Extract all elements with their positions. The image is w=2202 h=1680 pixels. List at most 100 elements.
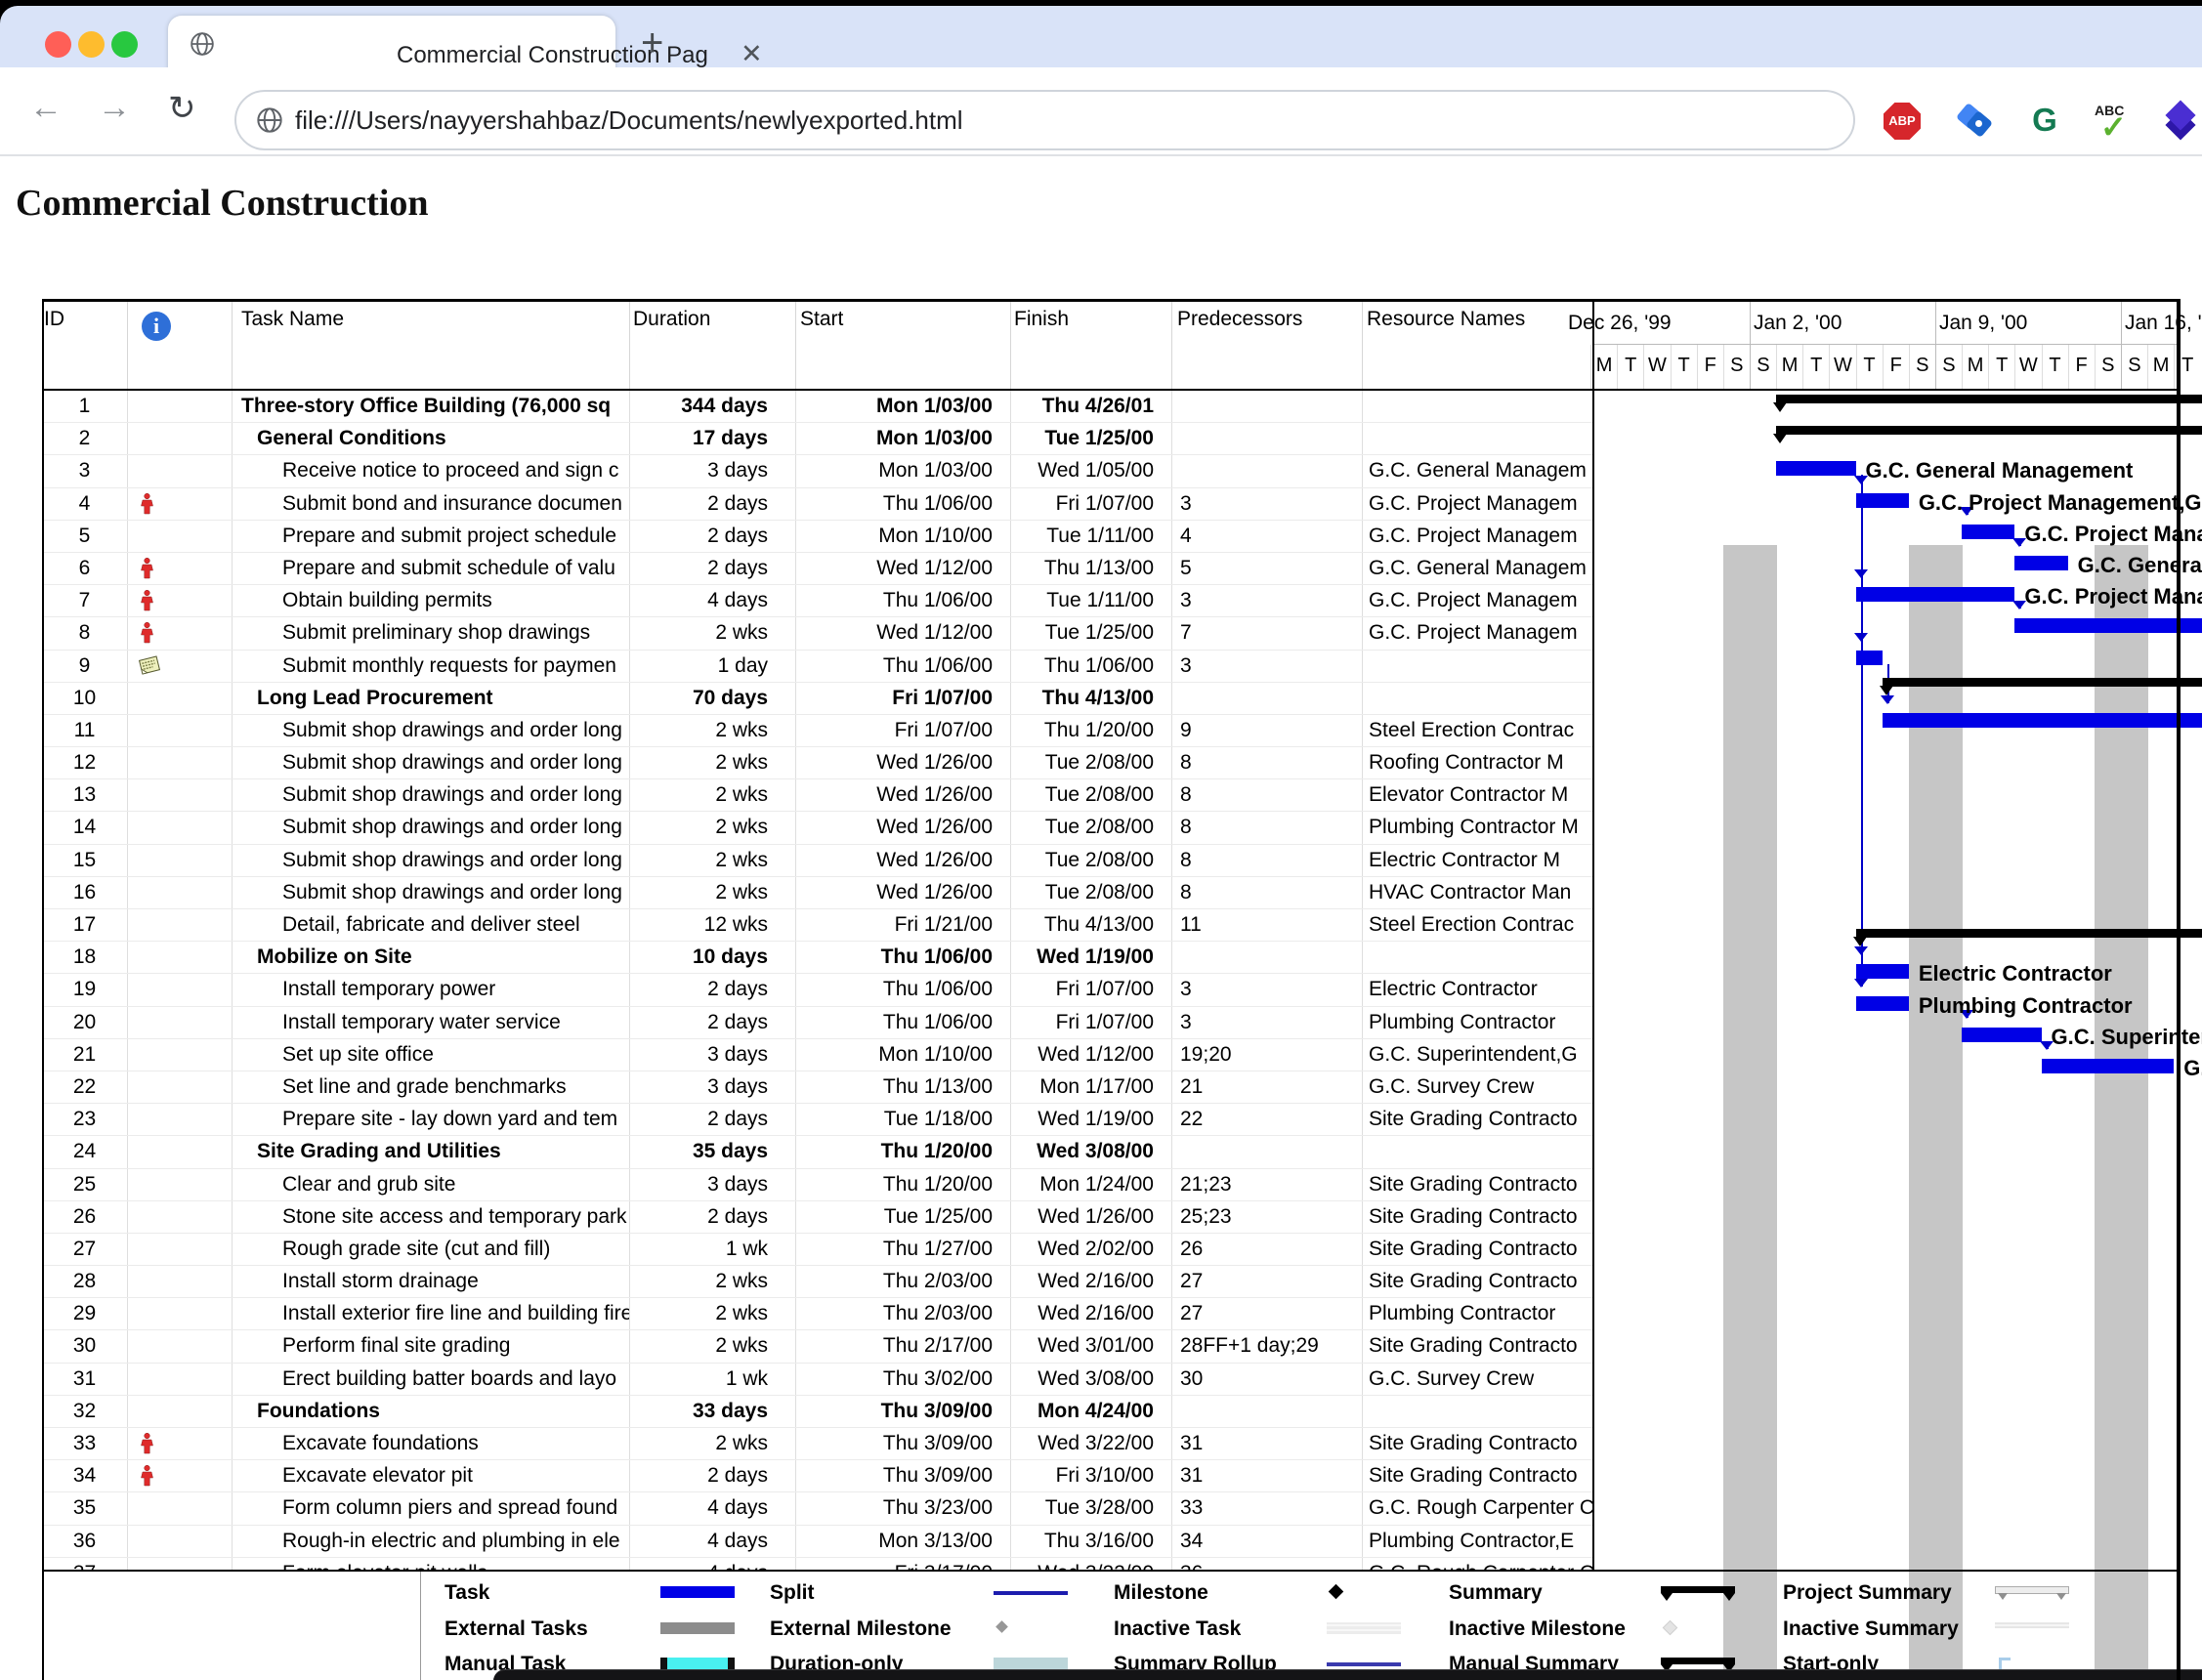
cell-predecessors: 36 bbox=[1172, 1558, 1363, 1570]
legend-swatch-project-summary bbox=[1995, 1586, 2069, 1594]
cell-duration: 2 wks bbox=[630, 877, 796, 908]
cell-indicator bbox=[128, 585, 233, 616]
forward-button[interactable]: → bbox=[98, 89, 131, 127]
cell-predecessors bbox=[1172, 1396, 1363, 1427]
cell-resources: G.C. General Managem bbox=[1363, 553, 1594, 584]
day-gridline bbox=[1962, 345, 1963, 389]
cell-predecessors: 27 bbox=[1172, 1298, 1363, 1329]
cell-start: Mon 1/03/00 bbox=[796, 391, 1011, 422]
cell-task-name: Perform final site grading bbox=[233, 1330, 630, 1362]
cell-start: Thu 3/23/00 bbox=[796, 1492, 1011, 1524]
day-gridline bbox=[1802, 345, 1803, 389]
cell-resources: Site Grading Contracto bbox=[1363, 1104, 1594, 1135]
cell-indicator bbox=[128, 877, 233, 908]
cell-indicator bbox=[128, 1526, 233, 1557]
cell-resources: G.C. Project Managem bbox=[1363, 617, 1594, 649]
day-letter: M bbox=[2147, 355, 2175, 377]
gantt-task-bar bbox=[1856, 996, 1909, 1011]
spellcheck-extension-icon[interactable]: ABC ✓ bbox=[2095, 103, 2134, 142]
cell-id: 24 bbox=[42, 1136, 128, 1167]
cell-task-name: Detail, fabricate and deliver steel bbox=[233, 909, 630, 941]
zoom-window-button[interactable] bbox=[111, 31, 138, 58]
cell-predecessors: 3 bbox=[1172, 1007, 1363, 1038]
day-letter: S bbox=[2095, 355, 2122, 377]
cell-finish: Fri 1/07/00 bbox=[1011, 1007, 1172, 1038]
table-row: 26Stone site access and temporary park2 … bbox=[42, 1201, 1594, 1234]
day-gridline bbox=[2068, 345, 2069, 389]
header-bottom-border bbox=[42, 389, 2179, 391]
cell-duration: 344 days bbox=[630, 391, 796, 422]
reload-button[interactable]: ↻ bbox=[168, 89, 196, 128]
cell-id: 27 bbox=[42, 1234, 128, 1265]
cell-finish: Wed 3/01/00 bbox=[1011, 1330, 1172, 1362]
cell-start: Wed 1/26/00 bbox=[796, 877, 1011, 908]
cell-predecessors: 34 bbox=[1172, 1526, 1363, 1557]
table-row: 32Foundations33 daysThu 3/09/00Mon 4/24/… bbox=[42, 1396, 1594, 1428]
cell-duration: 35 days bbox=[630, 1136, 796, 1167]
cell-start: Thu 1/20/00 bbox=[796, 1169, 1011, 1200]
url-text[interactable]: file:///Users/nayyershahbaz/Documents/ne… bbox=[295, 105, 963, 136]
cell-predecessors: 8 bbox=[1172, 812, 1363, 843]
adblock-extension-icon[interactable]: ABP bbox=[1884, 103, 1921, 140]
back-button[interactable]: ← bbox=[29, 89, 63, 127]
cell-task-name: Stone site access and temporary park bbox=[233, 1201, 630, 1233]
legend-swatch-milestone bbox=[1329, 1584, 1344, 1600]
cell-start: Wed 1/26/00 bbox=[796, 747, 1011, 778]
week-label: Jan 9, '00 bbox=[1939, 312, 2027, 335]
cell-indicator bbox=[128, 1169, 233, 1200]
cell-resources bbox=[1363, 942, 1594, 973]
cell-indicator bbox=[128, 423, 233, 454]
week-label: Dec 26, '99 bbox=[1568, 312, 1672, 335]
legend-swatch-summary-rollup bbox=[1327, 1662, 1401, 1666]
minimize-window-button[interactable] bbox=[78, 31, 105, 58]
cell-task-name: Three-story Office Building (76,000 sq bbox=[233, 391, 630, 422]
cell-task-name: Submit shop drawings and order long bbox=[233, 812, 630, 843]
cell-task-name: Submit preliminary shop drawings bbox=[233, 617, 630, 649]
cell-start: Thu 1/13/00 bbox=[796, 1071, 1011, 1103]
cell-start: Thu 3/09/00 bbox=[796, 1460, 1011, 1491]
day-gridline bbox=[1617, 345, 1618, 389]
cell-indicator bbox=[128, 1266, 233, 1297]
timescale-divider bbox=[1594, 344, 2179, 345]
browser-tab[interactable]: Commercial Construction Pag ✕ bbox=[168, 16, 615, 73]
cell-start: Wed 1/26/00 bbox=[796, 779, 1011, 811]
cell-predecessors: 11 bbox=[1172, 909, 1363, 941]
dock-bar[interactable] bbox=[493, 1669, 2202, 1680]
new-tab-button[interactable]: + bbox=[641, 21, 663, 65]
gantt-bar-label: G.C. Survey bbox=[2183, 1056, 2202, 1081]
cell-indicator bbox=[128, 812, 233, 843]
day-gridline bbox=[1829, 345, 1830, 389]
cell-predecessors: 27 bbox=[1172, 1266, 1363, 1297]
cell-predecessors: 26 bbox=[1172, 1234, 1363, 1265]
check-icon: ✓ bbox=[2100, 108, 2127, 146]
cell-finish: Thu 1/20/00 bbox=[1011, 715, 1172, 746]
gantt-summary-bar bbox=[1883, 678, 2202, 687]
day-letter: S bbox=[1909, 355, 1936, 377]
table-chart-divider bbox=[1592, 299, 1594, 1570]
cell-indicator bbox=[128, 1104, 233, 1135]
stack-extension-icon[interactable] bbox=[2163, 103, 2200, 140]
gantt-bar-label: G.C. General Management bbox=[1866, 458, 2134, 483]
table-row: 11Submit shop drawings and order long2 w… bbox=[42, 715, 1594, 747]
tab-close-icon[interactable]: ✕ bbox=[741, 39, 763, 69]
cell-task-name: Submit shop drawings and order long bbox=[233, 747, 630, 778]
day-letter: S bbox=[2121, 355, 2148, 377]
day-gridline bbox=[1590, 345, 1591, 389]
grammarly-extension-icon[interactable]: G bbox=[2026, 103, 2063, 140]
cell-finish: Tue 2/08/00 bbox=[1011, 877, 1172, 908]
cell-start: Thu 1/06/00 bbox=[796, 651, 1011, 682]
cell-id: 37 bbox=[42, 1558, 128, 1570]
gantt-task-bar bbox=[1776, 461, 1855, 476]
cell-id: 11 bbox=[42, 715, 128, 746]
legend-swatch-task bbox=[660, 1586, 735, 1598]
day-gridline bbox=[1776, 345, 1777, 389]
cell-finish: Fri 1/07/00 bbox=[1011, 488, 1172, 520]
cell-id: 12 bbox=[42, 747, 128, 778]
tags-extension-icon[interactable] bbox=[1958, 103, 1995, 140]
close-window-button[interactable] bbox=[45, 31, 71, 58]
cell-task-name: Submit bond and insurance documen bbox=[233, 488, 630, 520]
gantt-task-bar bbox=[1962, 525, 2014, 539]
address-bar[interactable]: file:///Users/nayyershahbaz/Documents/ne… bbox=[234, 90, 1855, 150]
browser-toolbar: ← → ↻ file:///Users/nayyershahbaz/Docume… bbox=[0, 67, 2202, 156]
cell-resources: Plumbing Contractor bbox=[1363, 1298, 1594, 1329]
